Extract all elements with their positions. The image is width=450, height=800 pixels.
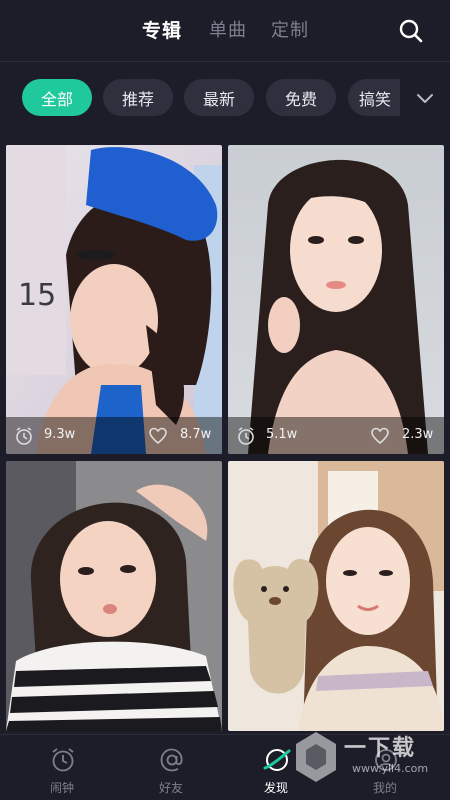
tab-single[interactable]: 单曲 <box>209 16 247 42</box>
album-cover-image <box>228 145 444 454</box>
album-cover-image <box>228 461 444 731</box>
play-count: 9.3w <box>44 427 76 442</box>
album-cover-image: 15 <box>6 145 222 454</box>
category-filter-bar: 全部 推荐 最新 免费 搞笑 <box>0 79 450 117</box>
like-count: 2.3w <box>402 427 434 442</box>
like-count: 8.7w <box>180 427 212 442</box>
top-tab-bar: 专辑 单曲 定制 <box>0 0 450 62</box>
album-type-tabs: 专辑 单曲 定制 <box>0 0 450 62</box>
nav-friends[interactable]: 好友 <box>121 735 221 800</box>
expand-categories-button[interactable] <box>414 88 436 108</box>
alarm-clock-icon <box>16 427 32 445</box>
tab-album[interactable]: 专辑 <box>142 16 182 43</box>
chip-funny[interactable]: 搞笑 <box>348 79 402 116</box>
discover-planet-icon <box>263 749 291 771</box>
at-sign-icon <box>160 748 183 772</box>
nav-alarm-label: 闹钟 <box>49 781 74 795</box>
album-card[interactable]: 5.1w 2.3w <box>228 145 444 454</box>
chip-recommended[interactable]: 推荐 <box>103 79 173 116</box>
album-card[interactable] <box>228 461 444 731</box>
watermark-url: www.yll4.com <box>352 762 429 775</box>
watermark-text: 一下载 <box>344 736 417 761</box>
play-count: 5.1w <box>266 427 298 442</box>
heart-icon[interactable] <box>370 426 390 446</box>
album-stats-bar: 9.3w 8.7w <box>6 417 222 454</box>
album-card[interactable] <box>6 461 222 731</box>
chevron-down-icon <box>417 94 433 103</box>
heart-icon[interactable] <box>148 426 168 446</box>
alarm-clock-icon <box>238 427 254 445</box>
svg-text:15: 15 <box>18 278 56 313</box>
alarm-clock-icon <box>52 748 74 772</box>
chip-free[interactable]: 免费 <box>266 79 336 116</box>
album-cover-image <box>6 461 222 731</box>
search-button[interactable] <box>398 18 424 44</box>
site-watermark: 一下载 www.yll4.com <box>292 724 442 794</box>
search-icon <box>399 19 423 43</box>
chip-all[interactable]: 全部 <box>22 79 92 116</box>
watermark-logo-icon <box>296 732 336 782</box>
nav-alarm[interactable]: 闹钟 <box>12 735 112 800</box>
tab-custom[interactable]: 定制 <box>271 16 309 42</box>
album-card[interactable]: 15 9.3w 8.7w <box>6 145 222 454</box>
nav-friends-label: 好友 <box>158 781 183 795</box>
chip-latest[interactable]: 最新 <box>184 79 254 116</box>
album-stats-bar: 5.1w 2.3w <box>228 417 444 454</box>
